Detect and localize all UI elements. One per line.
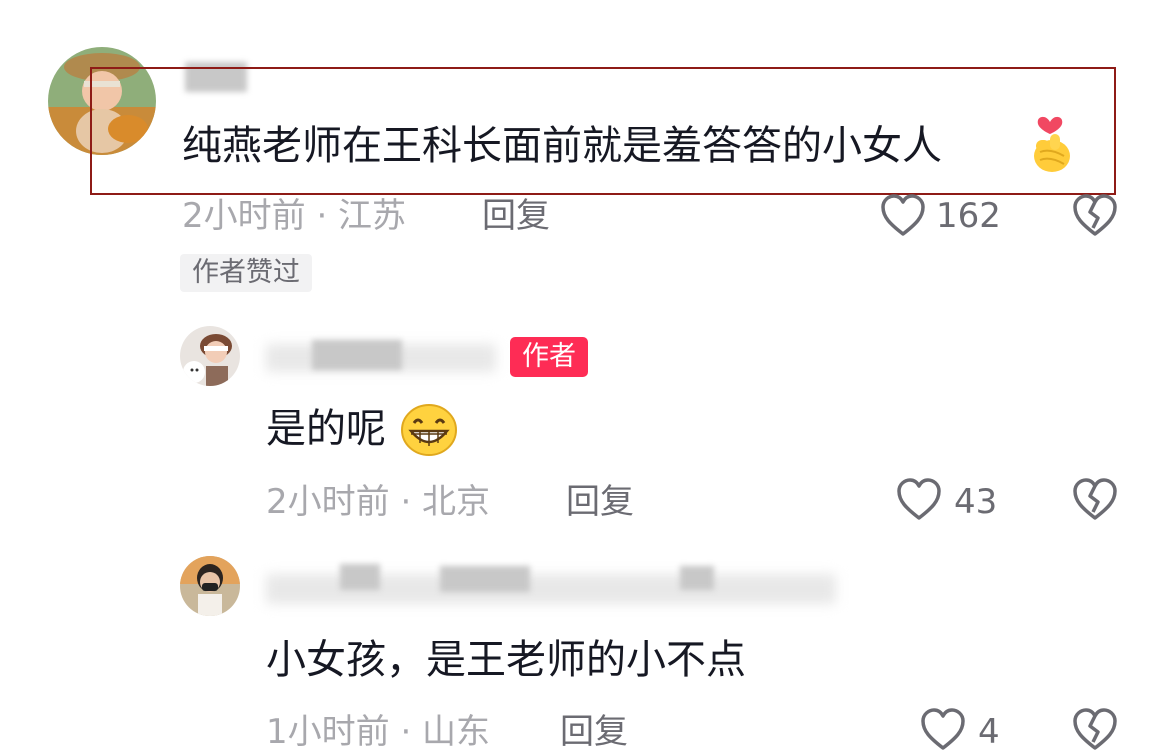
reply-button[interactable]: 回复	[482, 196, 550, 236]
username-redacted-block	[340, 564, 380, 590]
grinning-face-emoji-icon	[400, 403, 458, 457]
comment-meta: 2小时前 · 北京	[266, 482, 491, 522]
username-redacted-block	[680, 566, 714, 590]
author-tag: 作者	[510, 337, 588, 377]
like-count: 162	[936, 196, 1001, 236]
heart-icon[interactable]	[896, 478, 942, 522]
avatar[interactable]	[180, 556, 240, 616]
comment-text: 小女孩，是王老师的小不点	[266, 636, 746, 684]
author-liked-badge: 作者赞过	[180, 254, 312, 292]
username-redacted-block	[312, 340, 402, 370]
comment-meta: 2小时前 · 江苏	[182, 196, 407, 236]
heart-icon[interactable]	[920, 708, 966, 752]
avatar[interactable]	[180, 326, 240, 386]
dislike-icon[interactable]	[1072, 708, 1118, 752]
like-count: 4	[978, 712, 1000, 752]
reply-button[interactable]: 回复	[566, 482, 634, 522]
reply-button[interactable]: 回复	[560, 712, 628, 752]
dislike-icon[interactable]	[1072, 478, 1118, 522]
like-count: 43	[954, 482, 998, 522]
comment-text: 纯燕老师在王科长面前就是羞答答的小女人	[182, 122, 942, 170]
comment-meta: 1小时前 · 山东	[266, 712, 491, 752]
comment-text-content: 是的呢	[266, 406, 386, 452]
comment-text-content: 纯燕老师在王科长面前就是羞答答的小女人	[182, 123, 942, 169]
comment-text-content: 小女孩，是王老师的小不点	[266, 637, 746, 683]
finger-heart-emoji-icon	[1026, 112, 1074, 174]
username-redacted-block	[440, 566, 530, 592]
comment-text: 是的呢	[266, 405, 386, 453]
dislike-icon[interactable]	[1072, 194, 1118, 238]
heart-icon[interactable]	[880, 194, 926, 238]
